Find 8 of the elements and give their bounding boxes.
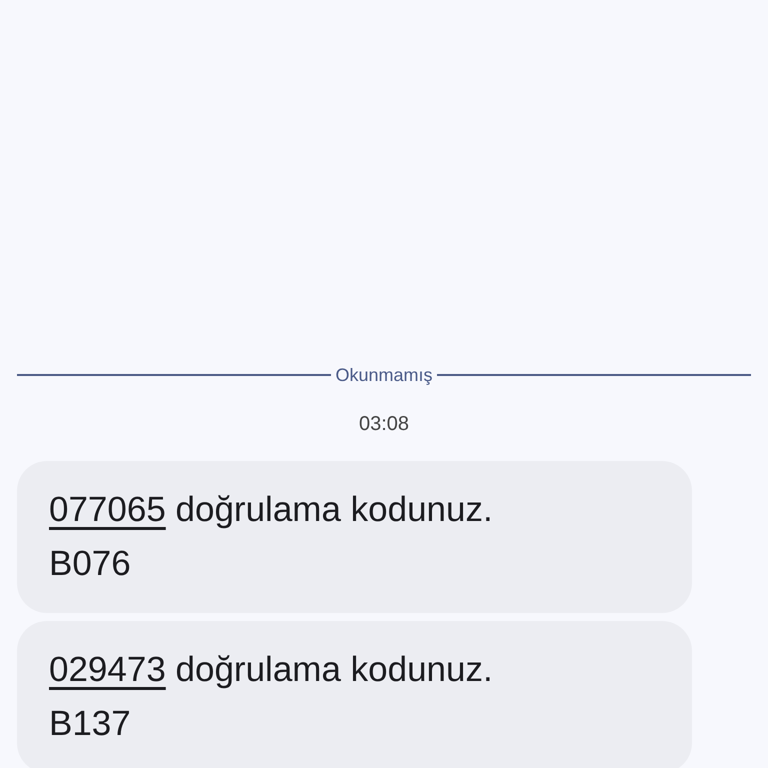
unread-label: Okunmamış bbox=[335, 364, 433, 386]
message-time: 03:08 bbox=[358, 412, 410, 436]
message-text: 077065 doğrulama kodunuz. B076 bbox=[49, 489, 494, 585]
message-bubble[interactable]: 077065 doğrulama kodunuz. B076 bbox=[17, 461, 692, 613]
code-link[interactable]: 029473 bbox=[49, 650, 166, 689]
code-link[interactable]: 077065 bbox=[49, 490, 166, 529]
message-text: 029473 doğrulama kodunuz. B137 bbox=[49, 649, 494, 745]
message-bubble[interactable]: 029473 doğrulama kodunuz. B137 bbox=[17, 621, 692, 768]
